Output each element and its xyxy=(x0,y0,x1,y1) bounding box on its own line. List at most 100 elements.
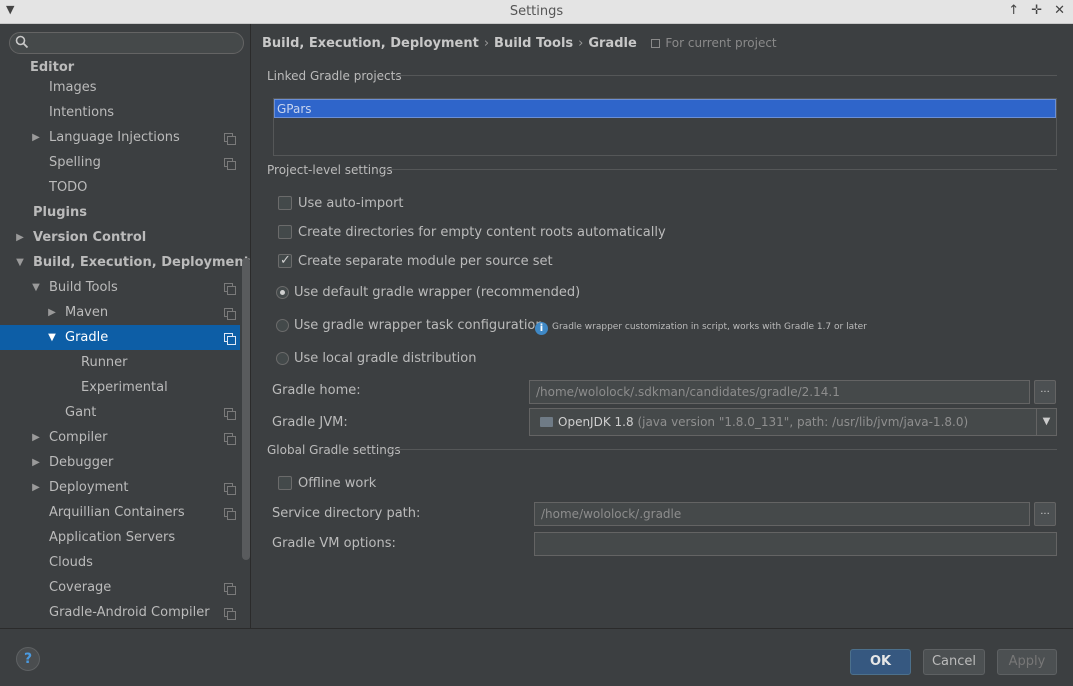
chevron-down-icon[interactable]: ▼ xyxy=(1036,409,1056,435)
auto-import-label: Use auto-import xyxy=(298,196,404,211)
sidebar-item-label: Arquillian Containers xyxy=(49,505,185,520)
expand-arrow-right-icon[interactable]: ▶ xyxy=(46,300,58,325)
gradle-home-field[interactable]: /home/wololock/.sdkman/candidates/gradle… xyxy=(529,380,1030,404)
window-move-up-icon[interactable]: ↑ xyxy=(1008,3,1019,18)
jdk-name: OpenJDK 1.8 xyxy=(558,415,634,429)
expand-arrow-right-icon[interactable]: ▶ xyxy=(30,425,42,450)
sidebar-item[interactable]: ▶ Version Control xyxy=(0,225,240,250)
radio-button-selected[interactable] xyxy=(276,286,289,299)
sidebar-item-label: Intentions xyxy=(49,105,115,120)
linked-projects-list[interactable]: GPars xyxy=(273,98,1057,156)
service-dir-browse-button[interactable]: ... xyxy=(1034,502,1056,526)
section-linked-projects: Linked Gradle projects xyxy=(267,69,402,83)
section-global: Global Gradle settings xyxy=(267,443,401,457)
sidebar-item[interactable]: ▶ Compiler xyxy=(0,425,240,450)
title-bar: ▼ Settings ↑ ✛ ✕ xyxy=(0,0,1073,24)
checkbox-box[interactable] xyxy=(278,225,292,239)
expand-arrow-right-icon[interactable]: ▶ xyxy=(14,225,26,250)
wrapper-info-text: Gradle wrapper customization in script, … xyxy=(552,322,867,332)
sidebar-item[interactable]: Runner xyxy=(0,350,240,375)
radio-button[interactable] xyxy=(276,352,289,365)
sidebar-item[interactable]: Editor xyxy=(0,61,240,75)
sidebar-item[interactable]: Intentions xyxy=(0,100,240,125)
checkbox-box-checked[interactable] xyxy=(278,252,292,270)
service-dir-field[interactable]: /home/wololock/.gradle xyxy=(534,502,1030,526)
sidebar-item-label: Version Control xyxy=(33,230,147,245)
service-dir-label: Service directory path: xyxy=(272,506,421,521)
sidebar-item-label: Maven xyxy=(65,305,109,320)
sidebar-item[interactable]: Clouds xyxy=(0,550,240,575)
gradle-jvm-select[interactable]: OpenJDK 1.8 (java version "1.8.0_131", p… xyxy=(529,408,1057,436)
breadcrumb-item: Build Tools xyxy=(494,36,574,51)
gradle-settings-panel: Build, Execution, Deployment › Build Tools… xyxy=(252,24,1073,628)
sidebar-item[interactable]: Spelling xyxy=(0,150,240,175)
sidebar-item-label: Experimental xyxy=(81,380,168,395)
sidebar-item[interactable]: ▼ Build Tools xyxy=(0,275,240,300)
cancel-button[interactable]: Cancel xyxy=(923,649,985,675)
sidebar-item[interactable]: TODO xyxy=(0,175,240,200)
sidebar-item[interactable]: Gradle-Android Compiler xyxy=(0,600,240,625)
breadcrumb-item: Gradle xyxy=(588,36,637,51)
expand-arrow-right-icon[interactable]: ▶ xyxy=(30,125,42,150)
search-input[interactable] xyxy=(9,32,244,54)
gradle-home-label: Gradle home: xyxy=(272,383,361,398)
project-level-copy-icon xyxy=(224,608,236,620)
sidebar-item[interactable]: Coverage xyxy=(0,575,240,600)
help-button[interactable]: ? xyxy=(16,647,40,671)
sidebar-item-label: Language Injections xyxy=(49,130,180,145)
expand-arrow-down-icon[interactable]: ▼ xyxy=(30,275,42,300)
expand-arrow-right-icon[interactable]: ▶ xyxy=(30,450,42,475)
project-level-copy-icon xyxy=(224,483,236,495)
apply-button[interactable]: Apply xyxy=(997,649,1057,675)
window-close-icon[interactable]: ✕ xyxy=(1054,3,1065,18)
section-divider xyxy=(389,449,1057,450)
breadcrumb: Build, Execution, Deployment › Build Tools… xyxy=(262,36,777,51)
sidebar-item-label: Gradle xyxy=(65,330,109,345)
separate-module-label: Create separate module per source set xyxy=(298,254,553,269)
sidebar-item[interactable]: ▶ Maven xyxy=(0,300,240,325)
sidebar-item[interactable]: ▶ Language Injections xyxy=(0,125,240,150)
sidebar-item-label: Clouds xyxy=(49,555,93,570)
dialog-footer: ? OK Cancel Apply xyxy=(0,628,1073,686)
linked-project-item[interactable]: GPars xyxy=(274,99,1056,118)
sidebar-item-label: Images xyxy=(49,80,97,95)
sidebar-item[interactable]: ▶ Debugger xyxy=(0,450,240,475)
window-title: Settings xyxy=(509,4,564,19)
expand-arrow-right-icon[interactable]: ▶ xyxy=(30,475,42,500)
project-level-copy-icon xyxy=(224,333,236,345)
settings-sidebar: Editor Images Intentions ▶ Language Injectio… xyxy=(0,24,251,628)
vm-options-field[interactable] xyxy=(534,532,1057,556)
section-project-level: Project-level settings xyxy=(267,163,393,177)
sidebar-item[interactable]: Arquillian Containers xyxy=(0,500,240,525)
wrapper-task-label: Use gradle wrapper task configuration xyxy=(294,318,544,333)
breadcrumb-separator: › xyxy=(578,36,584,51)
sidebar-item[interactable]: ▶ Deployment xyxy=(0,475,240,500)
sidebar-item[interactable]: Application Servers xyxy=(0,525,240,550)
window-move-icon[interactable]: ✛ xyxy=(1031,3,1042,18)
sidebar-item[interactable]: Plugins xyxy=(0,200,240,225)
sidebar-item-label: Application Servers xyxy=(49,530,176,545)
jdk-detail: (java version "1.8.0_131", path: /usr/li… xyxy=(637,415,969,429)
radio-button[interactable] xyxy=(276,319,289,332)
checkbox-box[interactable] xyxy=(278,196,292,210)
search-icon xyxy=(15,35,29,53)
checkbox-box[interactable] xyxy=(278,476,292,490)
sidebar-item-label: Build, Execution, Deployment xyxy=(33,255,250,270)
sidebar-item[interactable]: ▼ Build, Execution, Deployment xyxy=(0,250,250,275)
sidebar-item[interactable]: Images xyxy=(0,75,240,100)
scope-note: For current project xyxy=(651,36,777,50)
project-scope-icon xyxy=(651,39,661,48)
ok-button[interactable]: OK xyxy=(850,649,911,675)
gradle-home-browse-button[interactable]: ... xyxy=(1034,380,1056,404)
sidebar-scrollbar[interactable] xyxy=(242,258,250,560)
project-level-copy-icon xyxy=(224,433,236,445)
expand-arrow-down-icon[interactable]: ▼ xyxy=(14,250,26,275)
sidebar-item[interactable]: Gant xyxy=(0,400,240,425)
jdk-folder-icon xyxy=(540,417,553,427)
expand-arrow-down-icon[interactable]: ▼ xyxy=(46,325,58,350)
sidebar-item[interactable]: Experimental xyxy=(0,375,240,400)
sidebar-item-label: Gant xyxy=(65,405,97,420)
sidebar-item-label: Deployment xyxy=(49,480,129,495)
sidebar-item[interactable]: ▼ Gradle xyxy=(0,325,240,350)
create-dirs-label: Create directories for empty content roo… xyxy=(298,225,666,240)
